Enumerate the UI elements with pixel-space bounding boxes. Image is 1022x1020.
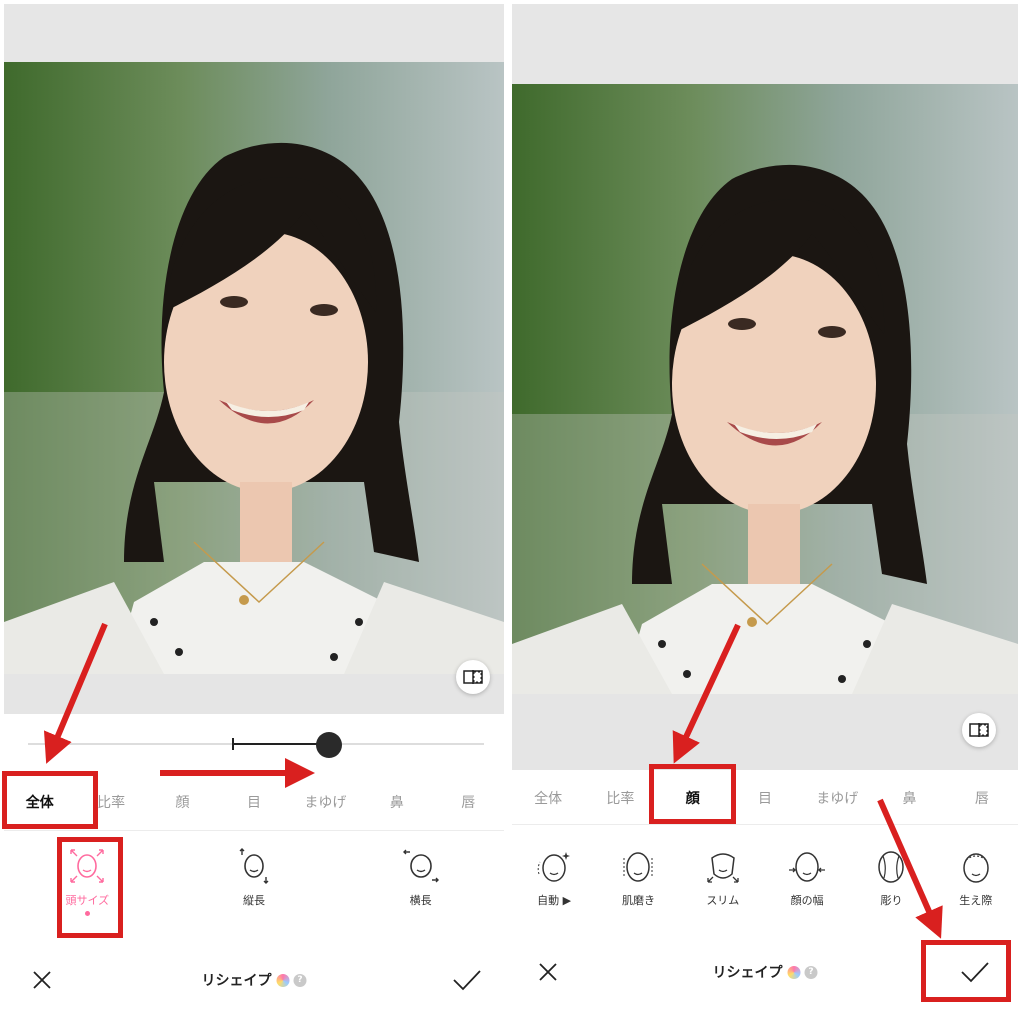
auto-face-icon — [537, 852, 571, 882]
tab-all[interactable]: 全体 — [512, 788, 584, 808]
screen-title: リシェイプ — [201, 973, 272, 989]
highlight-box-face-tab — [649, 764, 736, 824]
title-group: リシェイプ ? — [713, 962, 818, 982]
confirm-button[interactable] — [450, 966, 484, 994]
slim-face-icon — [707, 853, 739, 883]
skin-smooth-icon — [623, 852, 653, 882]
tool-label: 横長 — [409, 894, 432, 907]
hairline-icon — [963, 853, 989, 883]
close-icon — [539, 963, 557, 981]
tab-eyes[interactable]: 目 — [218, 792, 289, 812]
vertical-stretch-icon — [239, 848, 269, 884]
tab-lips[interactable]: 唇 — [946, 788, 1018, 808]
tool-label: スリム — [706, 894, 740, 907]
tool-label: 肌磨き — [621, 894, 655, 907]
highlight-box-confirm — [921, 940, 1011, 1002]
slider-fill — [232, 743, 328, 745]
tab-face[interactable]: 顔 — [147, 792, 218, 812]
category-tabs: 全体 比率 顔 目 まゆげ 鼻 唇 — [512, 788, 1018, 808]
tool-slim[interactable]: スリム — [681, 848, 765, 908]
tool-label: 縦長 — [243, 894, 265, 907]
tool-label: 彫り — [880, 894, 903, 907]
top-bar — [4, 4, 504, 62]
highlight-box-all-tab — [2, 771, 98, 829]
premium-gem-icon — [787, 965, 801, 979]
contour-icon — [878, 851, 905, 883]
checkmark-icon — [453, 970, 481, 991]
bottom-bar: リシェイプ ? — [4, 960, 504, 1000]
help-icon[interactable]: ? — [804, 965, 818, 979]
tool-row: 自動 ▶ 肌磨き スリム 顔の幅 彫り 生え際 — [512, 848, 1018, 908]
title-group: リシェイプ ? — [202, 970, 307, 990]
tab-nose[interactable]: 鼻 — [361, 792, 432, 812]
right-screen: 全体 比率 顔 目 まゆげ 鼻 唇 自動 ▶ 肌磨き スリム 顔の幅 彫り 生え… — [508, 0, 1022, 1020]
tool-label: 生え際 — [959, 894, 993, 907]
tool-horizontal[interactable]: 横長 — [337, 846, 504, 916]
screen-title: リシェイプ — [712, 965, 783, 981]
tab-nose[interactable]: 鼻 — [873, 788, 945, 808]
tool-vertical[interactable]: 縦長 — [171, 846, 338, 916]
tool-label: 顔の幅 — [790, 894, 824, 907]
tool-skin-smooth[interactable]: 肌磨き — [596, 848, 680, 908]
compare-button[interactable] — [456, 660, 490, 694]
portrait-photo — [4, 62, 504, 674]
premium-gem-icon — [276, 973, 290, 987]
gray-strip — [4, 674, 504, 714]
tab-divider — [512, 824, 1018, 825]
tool-auto[interactable]: 自動 ▶ — [512, 848, 596, 908]
compare-icon — [463, 670, 483, 684]
face-width-icon — [789, 852, 826, 882]
tab-lips[interactable]: 唇 — [433, 792, 504, 812]
tab-eyes[interactable]: 目 — [729, 788, 801, 808]
close-icon — [33, 971, 51, 989]
gray-strip — [512, 694, 1018, 770]
tab-divider — [4, 830, 504, 831]
portrait-photo — [512, 84, 1018, 694]
compare-icon — [969, 723, 989, 737]
tool-face-width[interactable]: 顔の幅 — [765, 848, 849, 908]
compare-button[interactable] — [962, 713, 996, 747]
highlight-box-head-size — [57, 837, 123, 938]
tab-eyebrows[interactable]: まゆげ — [290, 792, 361, 812]
close-button[interactable] — [534, 958, 562, 986]
horizontal-stretch-icon — [402, 849, 439, 883]
help-icon[interactable]: ? — [293, 973, 307, 987]
tab-eyebrows[interactable]: まゆげ — [801, 788, 873, 808]
close-button[interactable] — [28, 966, 56, 994]
tool-contour[interactable]: 彫り — [849, 848, 933, 908]
tool-hairline[interactable]: 生え際 — [934, 848, 1018, 908]
slider-knob[interactable] — [316, 732, 342, 758]
top-bar — [512, 4, 1018, 84]
tool-label: 自動 ▶ — [537, 894, 572, 907]
tab-ratio[interactable]: 比率 — [584, 788, 656, 808]
